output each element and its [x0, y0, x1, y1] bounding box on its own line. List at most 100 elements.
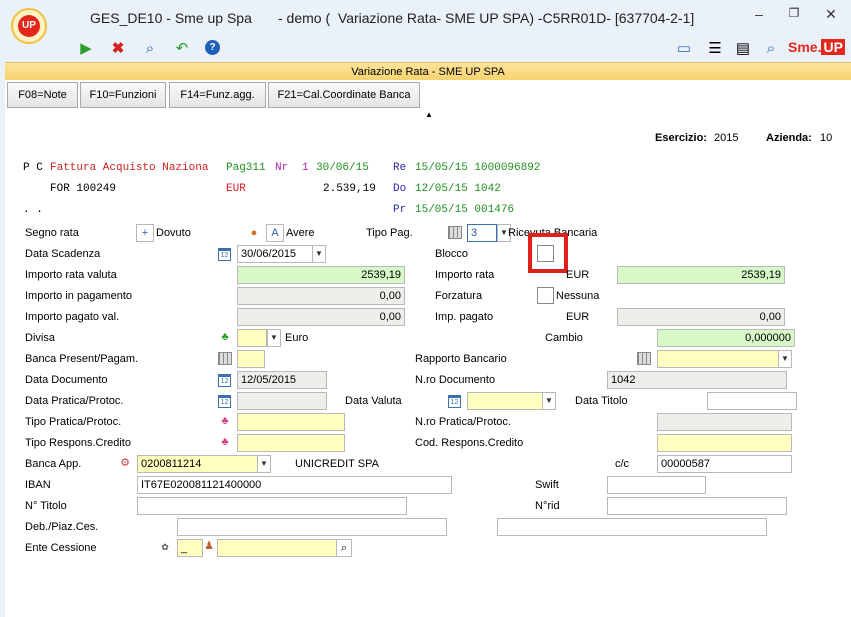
data-scadenza-input[interactable]: 30/06/2015: [237, 245, 313, 263]
back-icon[interactable]: ↶: [173, 40, 191, 58]
nro-documento-input[interactable]: 1042: [607, 371, 787, 389]
window-title: - demo ( Variazione Rata- SME UP SPA) -C…: [278, 10, 695, 26]
avere-radio[interactable]: A: [266, 224, 284, 242]
info-pr: 15/05/15 001476: [415, 204, 515, 216]
dovuto-radio[interactable]: +: [136, 224, 154, 242]
importo-in-pagamento-input[interactable]: 0,00: [237, 287, 405, 305]
app-logo: UP: [11, 8, 47, 44]
search-icon[interactable]: ⌕: [141, 40, 159, 58]
dovuto-label: Dovuto: [156, 227, 191, 239]
tipo-respons-input[interactable]: [237, 434, 345, 452]
swift-input[interactable]: [607, 476, 706, 494]
importo-rata-input[interactable]: 2539,19: [617, 266, 785, 284]
data-titolo-input[interactable]: [707, 392, 797, 410]
list-icon[interactable]: ☰: [706, 40, 724, 58]
bank-icon[interactable]: ⚙: [118, 456, 132, 470]
magnifier-icon[interactable]: ⌕: [762, 40, 780, 58]
tipo-pratica-input[interactable]: [237, 413, 345, 431]
minimize-button[interactable]: –: [747, 6, 771, 22]
f14-button[interactable]: F14=Funz.agg.: [169, 82, 266, 108]
data-valuta-input[interactable]: [467, 392, 543, 410]
people-icon[interactable]: ♣: [218, 330, 232, 344]
highlight-box: [528, 233, 568, 273]
data-titolo-label: Data Titolo: [575, 395, 628, 407]
info-code: FOR 100249: [50, 183, 117, 195]
info-do: 12/05/15 1042: [415, 183, 501, 195]
info-dots: . .: [23, 204, 43, 216]
info-date: 30/06/15: [316, 162, 369, 174]
data-pratica-input[interactable]: [237, 392, 327, 410]
banca-present-label: Banca Present/Pagam.: [25, 353, 139, 365]
tipo-pag-input[interactable]: 3: [467, 224, 497, 242]
f08-button[interactable]: F08=Note: [7, 82, 78, 108]
banca-present-input[interactable]: [237, 350, 265, 368]
ente-search-icon[interactable]: ⌕: [336, 539, 352, 557]
esercizio-label: Esercizio:: [655, 132, 707, 144]
divisa-input[interactable]: [237, 329, 267, 347]
subtitle-bar: Variazione Rata - SME UP SPA: [5, 62, 851, 82]
iban-label: IBAN: [25, 479, 51, 491]
help-icon[interactable]: ?: [205, 40, 223, 58]
nro-pratica-input[interactable]: [657, 413, 792, 431]
data-documento-input[interactable]: 12/05/2015: [237, 371, 327, 389]
info-re: 15/05/15 1000096892: [415, 162, 541, 174]
ente-icon[interactable]: ✿: [158, 540, 172, 554]
monitor-icon[interactable]: ▭: [675, 40, 693, 58]
grid-icon[interactable]: [448, 226, 462, 239]
data-valuta-dropdown[interactable]: ▼: [542, 392, 556, 410]
cc-input[interactable]: 00000587: [657, 455, 792, 473]
close-button[interactable]: ✕: [819, 6, 843, 23]
f10-button[interactable]: F10=Funzioni: [80, 82, 166, 108]
shapes-icon[interactable]: ♣: [218, 414, 232, 428]
n-rid-label: N°rid: [535, 500, 560, 512]
divisa-label: Divisa: [25, 332, 55, 344]
restore-button[interactable]: ❐: [782, 6, 806, 20]
collapse-arrow-icon[interactable]: ▲: [425, 110, 433, 119]
imp-pagato-input[interactable]: 0,00: [617, 308, 785, 326]
data-valuta-calendar-icon[interactable]: 12: [448, 395, 461, 408]
banca-app-dropdown[interactable]: ▼: [257, 455, 271, 473]
rapporto-bancario-input[interactable]: [657, 350, 779, 368]
cambio-input[interactable]: 0,000000: [657, 329, 795, 347]
importo-rata-valuta-input[interactable]: 2539,19: [237, 266, 405, 284]
data-pratica-calendar-icon[interactable]: 12: [218, 395, 231, 408]
divisa-dropdown[interactable]: ▼: [267, 329, 281, 347]
cod-respons-label: Cod. Respons.Credito: [415, 437, 524, 449]
respons-shapes-icon[interactable]: ♣: [218, 435, 232, 449]
deb-piaz-input-1[interactable]: [177, 518, 447, 536]
person-icon[interactable]: ♟: [202, 539, 216, 553]
importo-rata-currency: EUR: [566, 269, 590, 281]
f21-button[interactable]: F21=Cal.Coordinate Banca: [268, 82, 420, 108]
ente-cessione-desc-input[interactable]: [217, 539, 337, 557]
n-titolo-input[interactable]: [137, 497, 407, 515]
info-pc: P C: [23, 162, 43, 174]
imp-pagato-label: Imp. pagato: [435, 311, 494, 323]
importo-pagato-val-label: Importo pagato val.: [25, 311, 120, 323]
iban-input[interactable]: IT67E020081121400000: [137, 476, 452, 494]
calendar-icon[interactable]: 12: [218, 248, 231, 261]
n-rid-input[interactable]: [607, 497, 787, 515]
forzatura-checkbox[interactable]: [537, 287, 554, 304]
cancel-icon[interactable]: ✖: [109, 40, 127, 58]
importo-pagato-val-input[interactable]: 0,00: [237, 308, 405, 326]
tipo-pratica-label: Tipo Pratica/Protoc.: [25, 416, 122, 428]
window-app-name: GES_DE10 - Sme up Spa: [90, 10, 252, 26]
info-re-label: Re: [393, 162, 407, 174]
cambio-label: Cambio: [545, 332, 583, 344]
data-documento-calendar-icon[interactable]: 12: [218, 374, 231, 387]
azienda-label: Azienda:: [766, 132, 812, 144]
play-icon[interactable]: ▶: [77, 40, 95, 58]
data-scadenza-dropdown[interactable]: ▼: [312, 245, 326, 263]
info-nr: 1: [302, 162, 309, 174]
deb-piaz-input-2[interactable]: [497, 518, 767, 536]
importo-rata-valuta-label: Importo rata valuta: [25, 269, 117, 281]
printer-icon[interactable]: ▤: [734, 40, 752, 58]
ente-cessione-input[interactable]: _: [177, 539, 203, 557]
banca-grid-icon[interactable]: [218, 352, 232, 365]
rapporto-bancario-dropdown[interactable]: ▼: [778, 350, 792, 368]
banca-app-input[interactable]: 0200811214: [137, 455, 258, 473]
importo-rata-label: Importo rata: [435, 269, 495, 281]
data-pratica-label: Data Pratica/Protoc.: [25, 395, 124, 407]
cod-respons-input[interactable]: [657, 434, 792, 452]
rapporto-grid-icon[interactable]: [637, 352, 651, 365]
